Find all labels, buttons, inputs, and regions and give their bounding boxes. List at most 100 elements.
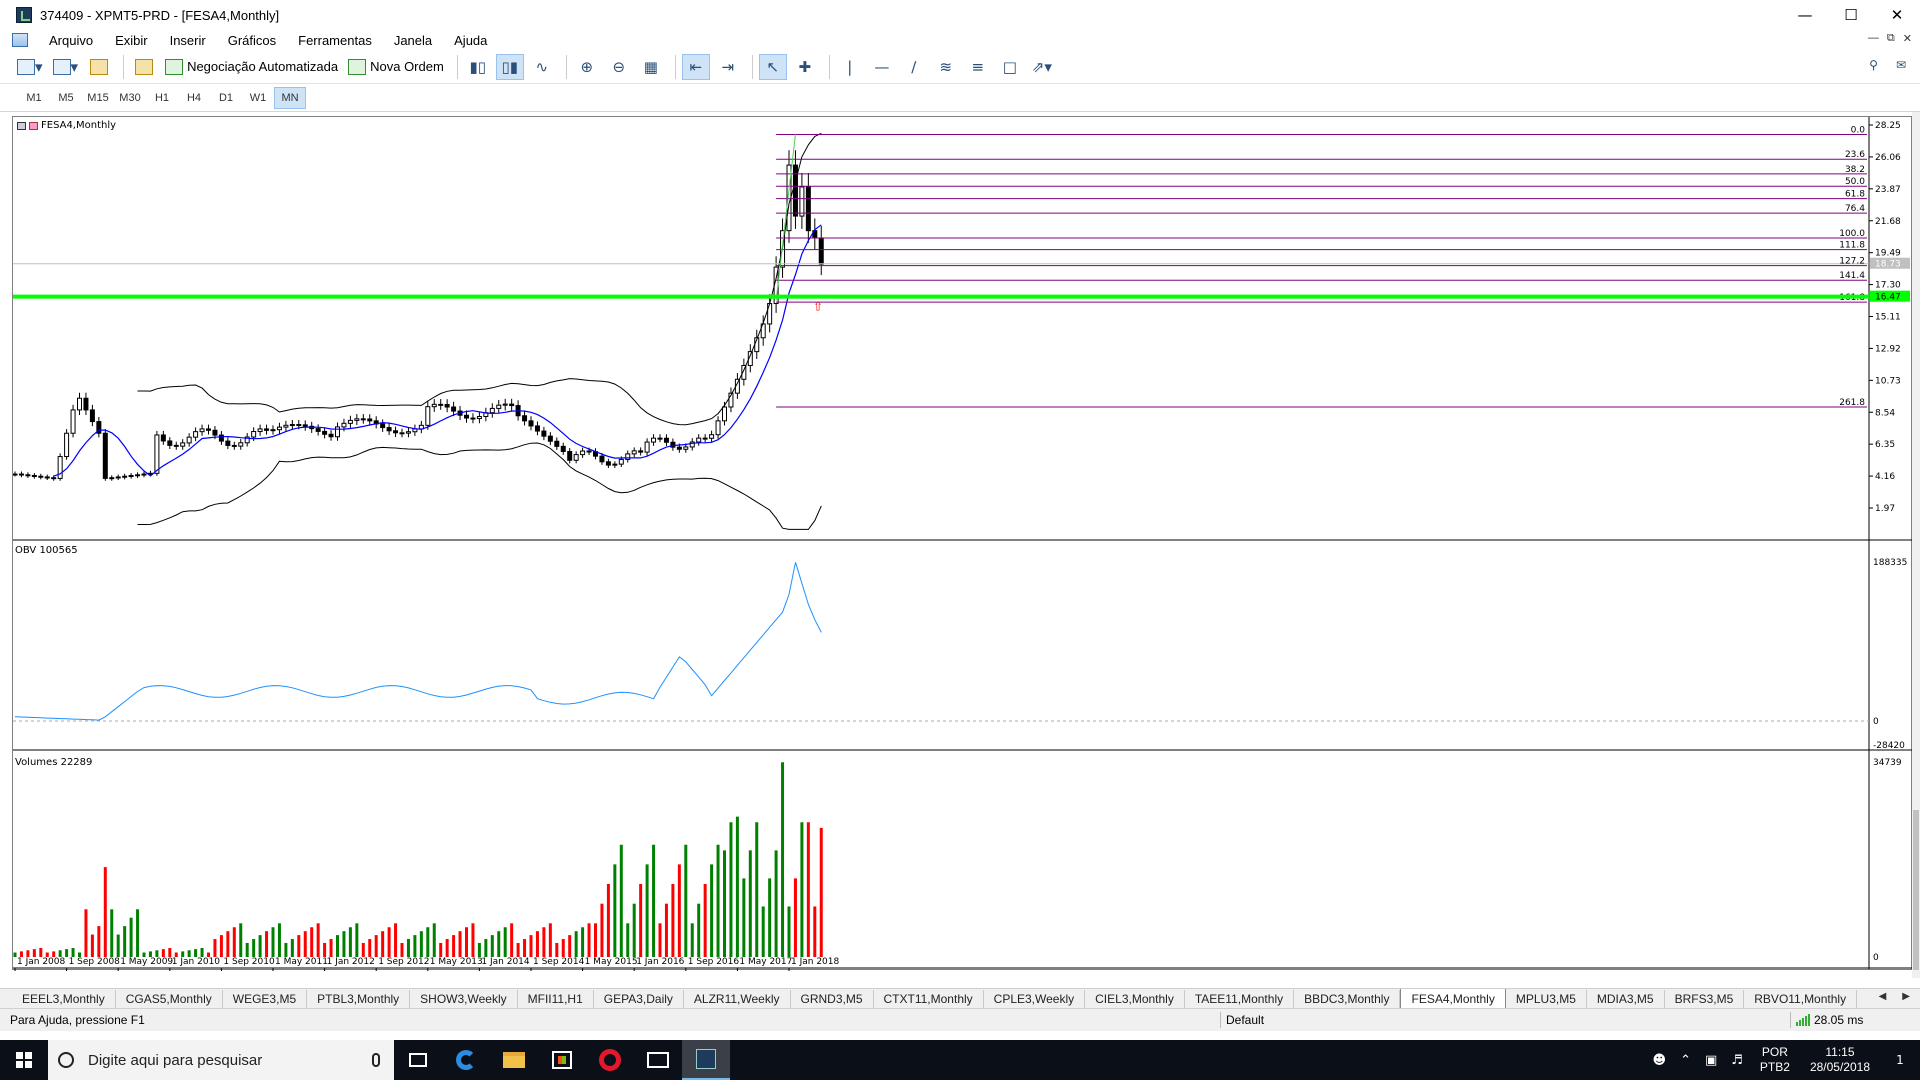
time-axis-label: 1 Sep 2008: [69, 957, 121, 967]
tabs-right-icon[interactable]: ▶: [1902, 991, 1910, 1002]
crosshair-button[interactable]: ✚: [791, 54, 819, 80]
tab-wege3[interactable]: WEGE3,M5: [223, 990, 308, 1008]
menu-arquivo[interactable]: Arquivo: [38, 33, 104, 48]
tab-rbvo11[interactable]: RBVO11,Monthly: [1744, 990, 1858, 1008]
autoscroll-button[interactable]: ⇤: [681, 53, 710, 80]
app-root: 374409 - XPMT5-PRD - [FESA4,Monthly] — ☐…: [0, 0, 1920, 1080]
new-order-button[interactable]: Nova Ordem: [345, 54, 447, 80]
fibonacci-button[interactable]: ≡: [964, 54, 992, 80]
tab-fesa4[interactable]: FESA4,Monthly: [1400, 989, 1506, 1008]
network-icon[interactable]: ▣: [1705, 1053, 1717, 1068]
timeframe-m15[interactable]: M15: [82, 87, 114, 109]
timeframe-h1[interactable]: H1: [146, 87, 178, 109]
scrollbar-thumb[interactable]: [1913, 810, 1919, 970]
tab-brfs3[interactable]: BRFS3,M5: [1665, 990, 1745, 1008]
vertical-line-button[interactable]: |: [836, 54, 864, 80]
tab-mfii11[interactable]: MFII11,H1: [518, 990, 594, 1008]
symbol-label: FESA4,Monthly: [17, 120, 116, 131]
tab-cple3[interactable]: CPLE3,Weekly: [984, 990, 1086, 1008]
people-icon[interactable]: ☻: [1653, 1053, 1667, 1068]
new-chart-button[interactable]: ▾: [14, 54, 46, 80]
taskbar-search[interactable]: Digite aqui para pesquisar: [48, 1040, 394, 1080]
store-button[interactable]: [538, 1040, 586, 1080]
language-indicator[interactable]: POR PTB2: [1760, 1045, 1790, 1075]
microphone-icon[interactable]: [372, 1053, 380, 1067]
mdi-restore-icon[interactable]: ⧉: [1887, 32, 1895, 45]
horizontal-line-button[interactable]: —: [868, 54, 896, 80]
minimize-button[interactable]: —: [1782, 0, 1828, 30]
tab-ctxt11[interactable]: CTXT11,Monthly: [874, 990, 984, 1008]
metatrader-taskbar-button[interactable]: [682, 1040, 730, 1080]
edge-button[interactable]: [442, 1040, 490, 1080]
trendline-button[interactable]: ∕: [900, 54, 928, 80]
document-icon[interactable]: [12, 33, 28, 47]
mdi-minimize-icon[interactable]: —: [1868, 32, 1879, 45]
timeframe-m30[interactable]: M30: [114, 87, 146, 109]
tab-mplu3[interactable]: MPLU3,M5: [1506, 990, 1587, 1008]
mail-button[interactable]: [634, 1040, 682, 1080]
menu-exibir[interactable]: Exibir: [104, 33, 159, 48]
timeframe-m1[interactable]: M1: [18, 87, 50, 109]
tab-ciel3[interactable]: CIEL3,Monthly: [1085, 990, 1185, 1008]
start-button[interactable]: [0, 1040, 48, 1080]
text-button[interactable]: □: [996, 54, 1024, 80]
bar-chart-button[interactable]: ▮▯: [464, 54, 492, 80]
zoom-out-button[interactable]: ⊖: [605, 54, 633, 80]
tab-mdia3[interactable]: MDIA3,M5: [1587, 990, 1665, 1008]
candle-body: [573, 454, 579, 461]
mdi-close-icon[interactable]: ✕: [1903, 32, 1912, 45]
chat-icon[interactable]: ✉: [1896, 58, 1906, 72]
arrows-button[interactable]: ⇗▾: [1028, 54, 1056, 80]
tab-eeel3[interactable]: EEEL3,Monthly: [12, 990, 116, 1008]
fibonacci-level-label: 141.4: [1839, 271, 1865, 281]
market-watch-button[interactable]: [85, 54, 113, 80]
menu-ferramentas[interactable]: Ferramentas: [287, 33, 383, 48]
menu-janela[interactable]: Janela: [383, 33, 443, 48]
tab-show3[interactable]: SHOW3,Weekly: [410, 990, 518, 1008]
candle-body: [276, 426, 282, 431]
metaeditor-button[interactable]: [130, 54, 158, 80]
chevron-up-icon[interactable]: ⌃: [1680, 1053, 1691, 1068]
timeframe-d1[interactable]: D1: [210, 87, 242, 109]
candlestick-button[interactable]: ▯▮: [495, 53, 524, 80]
tab-alzr11[interactable]: ALZR11,Weekly: [684, 990, 791, 1008]
zoom-in-button[interactable]: ⊕: [573, 54, 601, 80]
timeframe-w1[interactable]: W1: [242, 87, 274, 109]
chart-window[interactable]: 0.0 23.6 38.2 50.0 61.8 76.4 100.0 111.8 127.2 14…: [12, 116, 1913, 971]
vertical-scrollbar[interactable]: [1912, 112, 1920, 978]
tab-taee11[interactable]: TAEE11,Monthly: [1185, 990, 1295, 1008]
price-axis-label: 12.92: [1875, 344, 1901, 354]
tab-cgas5[interactable]: CGAS5,Monthly: [116, 990, 223, 1008]
timeframe-h4[interactable]: H4: [178, 87, 210, 109]
price-axis-label: 17.30: [1875, 281, 1901, 291]
status-connection[interactable]: 28.05 ms: [1796, 1013, 1863, 1027]
timeframe-mn[interactable]: MN: [274, 86, 306, 109]
maximize-button[interactable]: ☐: [1828, 0, 1874, 30]
volume-icon[interactable]: ♬: [1731, 1053, 1743, 1068]
tabs-left-icon[interactable]: ◀: [1879, 991, 1887, 1002]
opera-button[interactable]: [586, 1040, 634, 1080]
channel-button[interactable]: ≋: [932, 54, 960, 80]
line-chart-button[interactable]: ∿: [528, 54, 556, 80]
profiles-button[interactable]: ▾: [50, 54, 82, 80]
close-button[interactable]: ✕: [1874, 0, 1920, 30]
notifications-button[interactable]: 1: [1880, 1040, 1920, 1080]
clock[interactable]: 11:15 28/05/2018: [1810, 1045, 1870, 1075]
menu-graficos[interactable]: Gráficos: [217, 33, 287, 48]
tab-bbdc3[interactable]: BBDC3,Monthly: [1294, 990, 1401, 1008]
tile-windows-button[interactable]: ▦: [637, 54, 665, 80]
tab-ptbl3[interactable]: PTBL3,Monthly: [307, 990, 411, 1008]
tab-grnd3[interactable]: GRND3,M5: [791, 990, 874, 1008]
menu-inserir[interactable]: Inserir: [159, 33, 217, 48]
search-icon[interactable]: ⚲: [1869, 58, 1878, 72]
timeframe-m5[interactable]: M5: [50, 87, 82, 109]
algo-trading-button[interactable]: Negociação Automatizada: [162, 54, 341, 80]
file-explorer-button[interactable]: [490, 1040, 538, 1080]
cursor-button[interactable]: ↖: [758, 53, 787, 80]
menu-ajuda[interactable]: Ajuda: [443, 33, 498, 48]
chart-canvas[interactable]: 0.0 23.6 38.2 50.0 61.8 76.4 100.0 111.8 127.2 14…: [13, 117, 1913, 971]
tab-gepa3[interactable]: GEPA3,Daily: [594, 990, 684, 1008]
windows-logo-icon: [16, 1052, 32, 1068]
chart-shift-button[interactable]: ⇥: [714, 54, 742, 80]
task-view-button[interactable]: [394, 1040, 442, 1080]
